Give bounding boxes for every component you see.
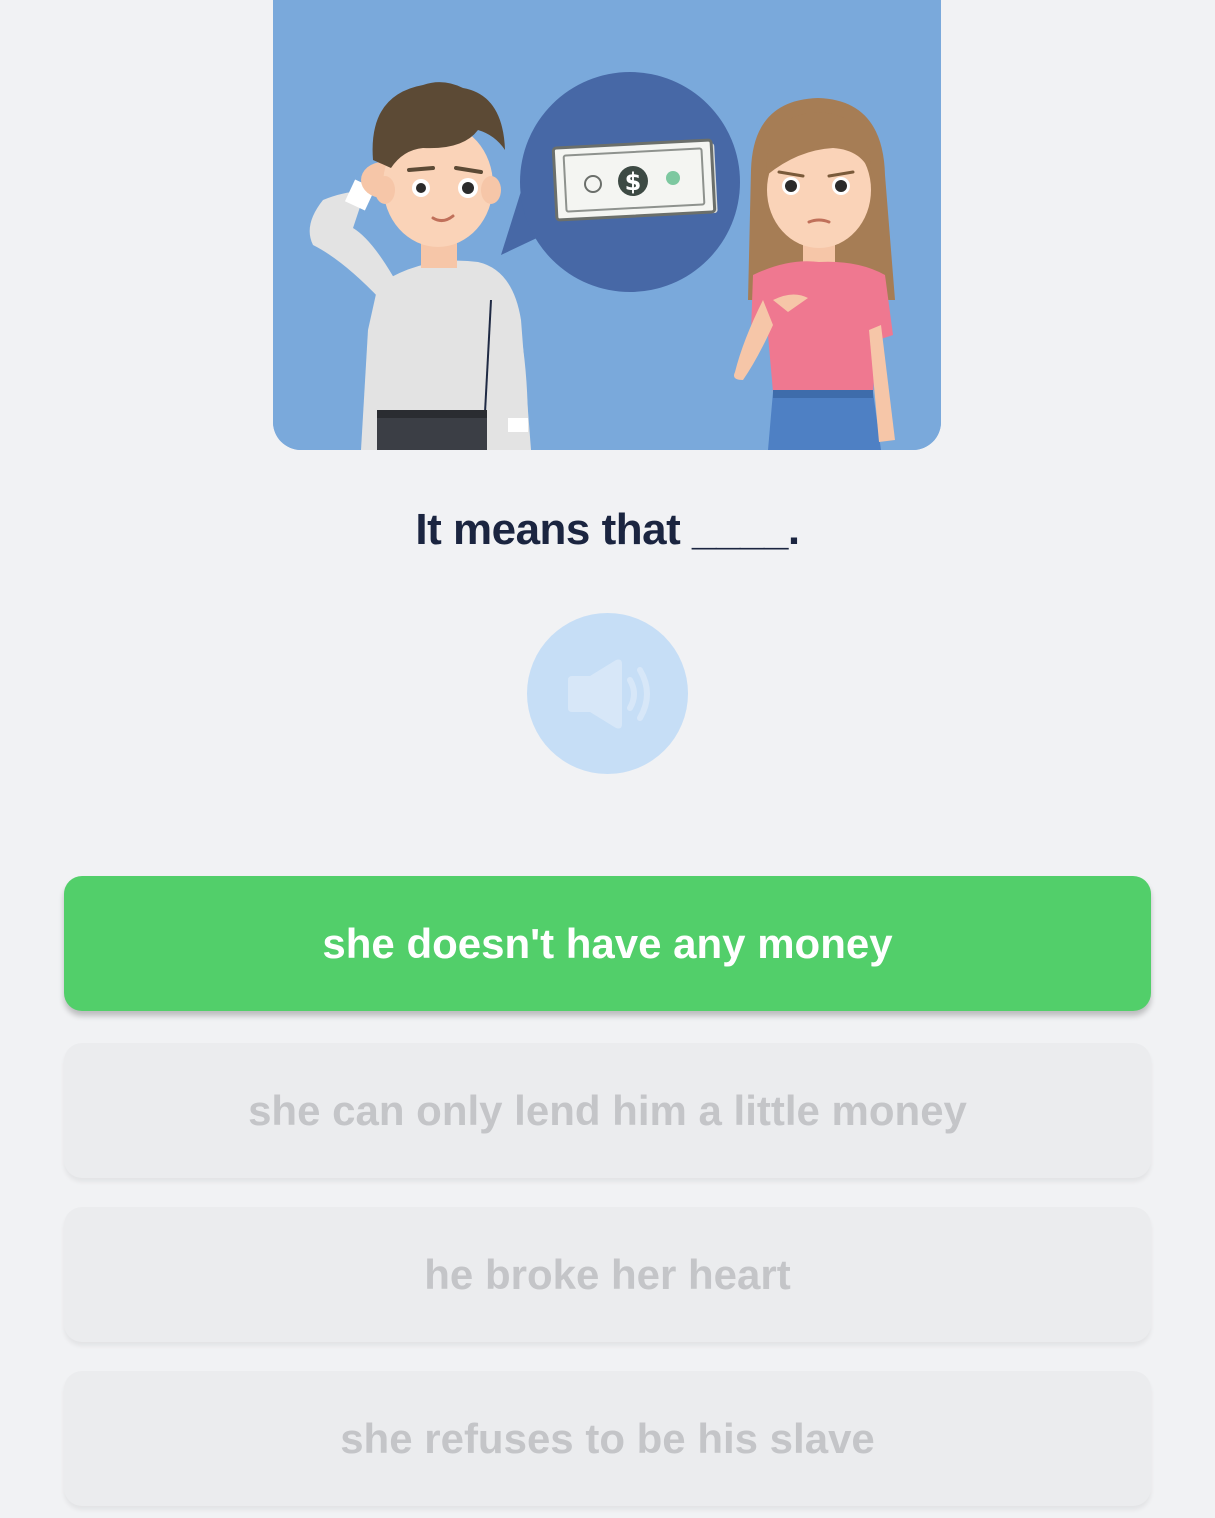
answer-option[interactable]: she can only lend him a little money <box>64 1043 1151 1178</box>
answer-option[interactable]: she refuses to be his slave <box>64 1371 1151 1506</box>
question-prompt: It means that ____. <box>415 505 800 554</box>
play-audio-button[interactable] <box>527 613 688 774</box>
svg-text:$: $ <box>625 168 642 196</box>
question-illustration: $ <box>273 0 941 450</box>
man-woman-money-illustration: $ <box>273 0 941 450</box>
dollar-bill-icon: $ <box>551 138 718 222</box>
answer-option[interactable]: he broke her heart <box>64 1207 1151 1342</box>
answer-option-correct[interactable]: she doesn't have any money <box>64 876 1151 1011</box>
speaker-icon <box>567 659 650 728</box>
